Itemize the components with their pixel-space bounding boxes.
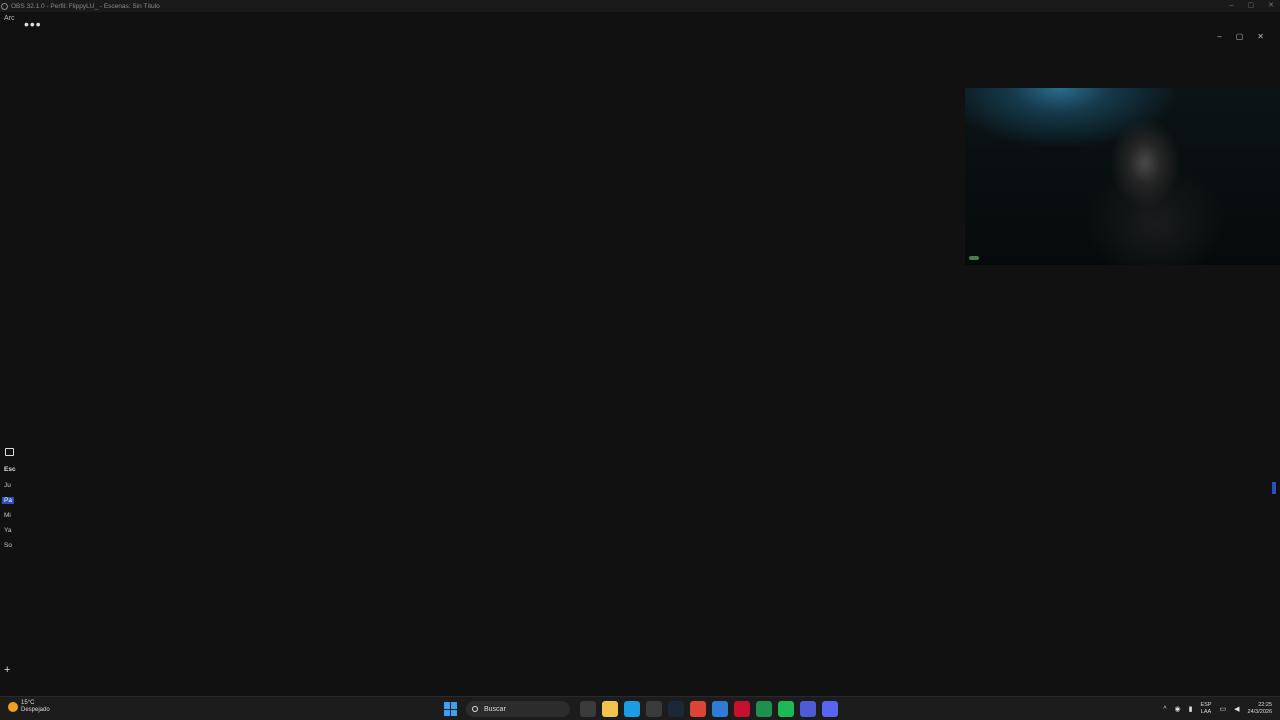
taskbar-apps: Buscar [444,699,838,719]
inner-maximize-button[interactable]: ▢ [1236,32,1244,41]
menu-label[interactable]: Arc [4,15,15,22]
weather-condition: Despejado [21,707,50,713]
weather-temp: 15°C [21,700,35,706]
search-placeholder: Buscar [484,705,506,713]
maximize-button[interactable]: ▢ [1248,0,1255,12]
taskbar: 15°C Despejado Buscar ^ ◉ ▮ ESP LAA ▭ ◀ … [0,696,1280,720]
add-scene-button[interactable]: + [4,664,10,676]
scene-item[interactable]: Ya [4,527,11,534]
language-indicator[interactable]: ESP LAA [1201,702,1212,716]
scene-item[interactable]: So [4,542,12,549]
network-icon[interactable]: ◉ [1175,705,1181,713]
right-dock-selected[interactable] [1272,482,1276,494]
discord-icon[interactable] [822,701,838,717]
start-button[interactable] [444,702,458,716]
lang-code: ESP [1200,702,1212,708]
window-title: OBS 32.1.0 - Perfil: FlippyLU_ - Escenas… [11,2,160,10]
scene-item[interactable]: Ju [4,482,11,489]
volume-icon[interactable]: ◀ [1234,705,1239,713]
spotify-icon[interactable] [778,701,794,717]
inner-minimize-button[interactable]: – [1217,32,1221,41]
search-icon [472,706,478,712]
chrome-icon[interactable] [690,701,706,717]
store-icon[interactable] [646,701,662,717]
mail-icon[interactable] [712,701,728,717]
task-view-icon[interactable] [580,701,596,717]
app-icon[interactable] [800,701,816,717]
inner-window-bar: Arc ••• – ▢ ✕ [0,12,1280,44]
microphone-icon[interactable]: ▮ [1189,705,1193,713]
minimize-button[interactable]: – [1230,0,1234,12]
lang-layout: LAA [1200,709,1212,715]
search-box[interactable]: Buscar [466,701,570,717]
inner-close-button[interactable]: ✕ [1257,32,1264,41]
weather-widget[interactable]: 15°C Despejado [8,700,50,714]
edge-icon[interactable] [624,701,640,717]
display-icon[interactable]: ▭ [1220,705,1227,713]
obs-app-icon [1,2,8,10]
opera-icon[interactable] [734,701,750,717]
close-button[interactable]: ✕ [1268,0,1274,12]
excel-icon[interactable] [756,701,772,717]
file-explorer-icon[interactable] [602,701,618,717]
clock-date: 24/3/2026 [1247,709,1272,715]
clock-time: 22:25 [1258,702,1272,708]
window-title-bar: OBS 32.1.0 - Perfil: FlippyLU_ - Escenas… [0,0,1280,12]
scenes-header: Esc [4,466,16,473]
sun-icon [8,702,18,712]
clock[interactable]: 22:25 24/3/2026 [1248,702,1272,716]
scene-item[interactable]: Mi [4,512,11,519]
webcam-preview [965,88,1280,265]
chevron-up-icon[interactable]: ^ [1163,706,1166,713]
webcam-light [969,256,979,260]
steam-icon[interactable] [668,701,684,717]
more-options-icon[interactable]: ••• [24,17,42,31]
scenes-icon[interactable] [5,448,14,456]
scene-item-selected[interactable]: Pa [2,497,14,504]
system-tray: ^ ◉ ▮ ESP LAA ▭ ◀ 22:25 24/3/2026 [1163,699,1272,719]
